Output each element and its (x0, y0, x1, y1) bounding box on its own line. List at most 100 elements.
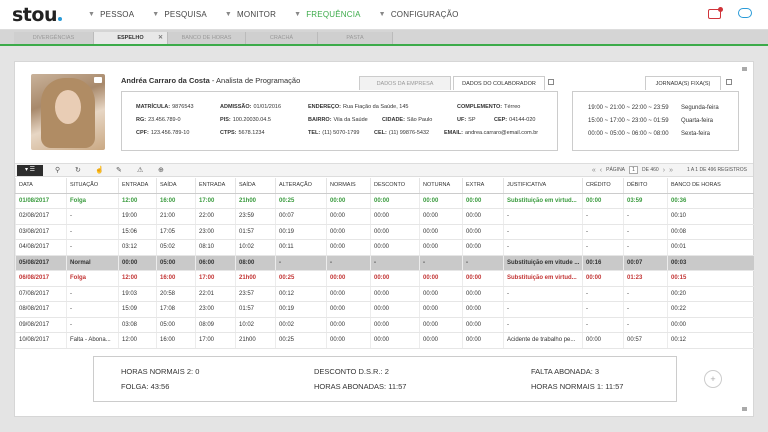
col-header[interactable]: EXTRA (462, 178, 504, 194)
col-header[interactable]: SAÍDA (235, 178, 276, 194)
col-header[interactable]: NORMAIS (326, 178, 371, 194)
jornada-row: 15:00 ~ 17:00 ~ 23:00 ~ 01:59 Quarta-feir… (588, 118, 714, 124)
col-header[interactable]: SITUAÇÃO (66, 178, 119, 194)
external-link-icon[interactable] (726, 79, 732, 85)
table-cell: 00:00 (462, 208, 504, 225)
print-icon[interactable] (742, 407, 747, 411)
table-cell: 00:02 (275, 317, 327, 333)
table-cell: - (503, 224, 583, 240)
table-row[interactable]: 08/08/2017-15:09 17:08 23:00 01:57 00:19 00:0… (15, 301, 754, 318)
cloud-icon[interactable] (738, 8, 752, 18)
table-cell: - (582, 301, 624, 318)
tab-divergencias[interactable]: DIVERGÊNCIAS (14, 32, 94, 44)
last-page-icon[interactable]: » (669, 167, 673, 174)
close-icon[interactable]: ✕ (158, 32, 163, 44)
table-row[interactable]: 05/08/2017 Normal 00:00 05:00 06:00 08:00- - - -… (15, 255, 754, 271)
table-cell: - (275, 255, 327, 271)
col-header[interactable]: DATA (15, 178, 67, 194)
main-menu: ▼ PESSOA ▼ PESQUISA ▼ MONITOR ▼ FREQUÊNCIA ▼… (88, 10, 477, 19)
view-toggle-button[interactable]: ▾ ☰ (17, 165, 43, 176)
table-cell: 21h00 (235, 270, 276, 287)
app-logo[interactable]: stou (12, 4, 62, 26)
col-header[interactable]: NOTURNA (419, 178, 463, 194)
tab-dados-colaborador[interactable]: DADOS DO COLABORADOR (453, 76, 545, 90)
col-header[interactable]: DESCONTO (370, 178, 420, 194)
table-cell: 10/08/2017 (15, 332, 67, 349)
table-row[interactable]: 04/08/2017-03:12 05:02 08:10 10:02 00:11 00:0… (15, 239, 754, 256)
table-cell: Acidente de trabalho pe... (503, 332, 583, 349)
col-header[interactable]: BANCO DE HORAS (667, 178, 754, 194)
col-header[interactable]: ENTRADA (118, 178, 157, 194)
table-cell: 04/08/2017 (15, 239, 67, 256)
table-cell: 16:00 (156, 193, 196, 209)
table-cell: 00:01 (667, 239, 754, 256)
table-toolbar: ▾ ☰ ⚲ ↻ ☝ ✎ ⚠ ⊕ « ‹ PÁGINA 1 DE 460 › » … (15, 163, 753, 177)
table-cell: Substituição em virtud... (503, 193, 583, 209)
table-cell: Folga (66, 193, 119, 209)
info-pis: PIS: 100.20030.04.5 (220, 117, 271, 123)
table-cell: Folga (66, 270, 119, 287)
tab-jornadas-fixas[interactable]: JORNADA(S) FIXA(S) (645, 76, 721, 90)
info-cep: CEP: 04144-020 (494, 117, 536, 123)
thumb-up-icon[interactable]: ☝ (95, 166, 104, 174)
print-icon[interactable] (742, 67, 747, 71)
table-cell: 00:00 (462, 301, 504, 318)
table-cell: 23:00 (195, 224, 236, 240)
external-link-icon[interactable] (548, 79, 554, 85)
table-row[interactable]: 03/08/2017-15:06 17:05 23:00 01:57 00:19 00:0… (15, 224, 754, 240)
tab-pasta[interactable]: PASTA (318, 32, 393, 44)
table-row[interactable]: 06/08/2017 Folga 12:00 16:00 17:00 21h00 00:25… (15, 270, 754, 287)
table-cell: 03:59 (623, 193, 668, 209)
table-cell: 00:00 (462, 317, 504, 333)
table-cell: - (503, 286, 583, 302)
table-cell: 00:00 (419, 239, 463, 256)
table-cell: - (66, 208, 119, 225)
table-cell: 03:08 (118, 317, 157, 333)
next-page-icon[interactable]: › (663, 167, 665, 174)
notification-icon[interactable] (708, 7, 723, 19)
page-input[interactable]: 1 (629, 166, 639, 174)
menu-item-pesquisa[interactable]: ▼ PESQUISA (152, 10, 207, 19)
table-cell: 00:00 (582, 193, 624, 209)
tab-cracha[interactable]: CRACHÁ (246, 32, 318, 44)
add-icon[interactable]: ⊕ (158, 166, 164, 174)
tab-banco-de-horas[interactable]: BANCO DE HORAS (168, 32, 246, 44)
col-header[interactable]: CRÉDITO (582, 178, 624, 194)
table-cell: 03/08/2017 (15, 224, 67, 240)
table-row[interactable]: 07/08/2017-19:03 20:58 22:01 23:57 00:12 00:0… (15, 286, 754, 302)
refresh-icon[interactable]: ↻ (75, 166, 81, 174)
table-cell: 00:00 (326, 286, 371, 302)
col-header[interactable]: DÉBITO (623, 178, 668, 194)
comment-icon[interactable]: ✎ (116, 166, 122, 174)
col-header[interactable]: JUSTIFICATIVA (503, 178, 583, 194)
prev-page-icon[interactable]: ‹ (600, 167, 602, 174)
col-header[interactable]: SAÍDA (156, 178, 196, 194)
search-icon[interactable]: ⚲ (55, 166, 60, 174)
table-cell: 00:22 (667, 301, 754, 318)
col-header[interactable]: ALTERAÇÃO (275, 178, 327, 194)
table-cell: 00:08 (667, 224, 754, 240)
col-header[interactable]: ENTRADA (195, 178, 236, 194)
table-row[interactable]: 01/08/2017 Folga 12:00 16:00 17:00 21h00 00:25… (15, 193, 754, 209)
table-row[interactable]: 10/08/2017 Falta - Abona... 12:00 16:00 17:0… (15, 332, 754, 349)
info-cidade: CIDADE: São Paulo (382, 117, 433, 123)
table-cell: 00:25 (275, 193, 327, 209)
table-cell: 17:00 (195, 193, 236, 209)
table-row[interactable]: 09/08/2017-03:08 05:00 08:09 10:02 00:02 00:0… (15, 317, 754, 333)
table-row[interactable]: 02/08/2017-19:00 21:00 22:00 23:59 00:07 00:0… (15, 208, 754, 225)
table-cell: 01:57 (235, 224, 276, 240)
tab-dados-empresa[interactable]: DADOS DA EMPRESA (359, 76, 451, 90)
menu-item-frequencia[interactable]: ▼ FREQUÊNCIA (294, 10, 361, 19)
menu-item-monitor[interactable]: ▼ MONITOR (225, 10, 276, 19)
subtabs-bar: DIVERGÊNCIAS ESPELHO ✕ BANCO DE HORAS CRA… (0, 30, 768, 46)
warning-icon[interactable]: ⚠ (137, 166, 143, 174)
info-rg: RG: 23.456.789-0 (136, 117, 181, 123)
menu-item-pessoa[interactable]: ▼ PESSOA (88, 10, 134, 19)
table-cell: - (503, 208, 583, 225)
tab-espelho[interactable]: ESPELHO ✕ (94, 32, 168, 44)
camera-icon[interactable] (94, 77, 102, 83)
menu-item-configuracao[interactable]: ▼ CONFIGURAÇÃO (379, 10, 459, 19)
records-count: 1 A 1 DE 496 REGISTROS (686, 167, 747, 173)
add-circle-button[interactable]: + (704, 370, 722, 388)
first-page-icon[interactable]: « (592, 167, 596, 174)
